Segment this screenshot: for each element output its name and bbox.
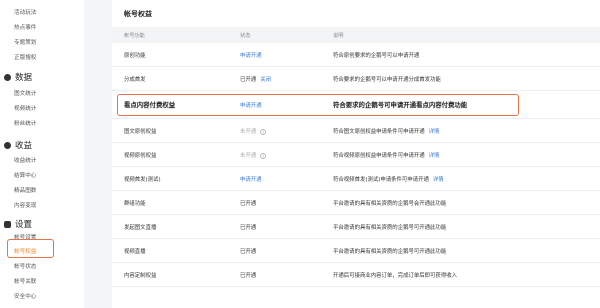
row-status-text: 已开通 — [240, 249, 257, 255]
row-description: 符合视频原创权益申请条件可申请开通 详情 — [333, 151, 439, 159]
row-description: 平台邀请的具有相关资质的企鹅号可开通此功能 — [333, 249, 447, 255]
row-feature-name: 内容定制权益 — [124, 273, 157, 279]
section-income[interactable]: 收益 — [4, 139, 32, 151]
row-description-text: 符合视频首发(测试)申请条件可申请开通 — [333, 177, 429, 183]
table-row: 图文原创权益 未开通? 符合图文原创权益申请条件可申请开通 详情 — [112, 119, 600, 143]
row-description: 符合图文原创权益申请条件可申请开通 详情 — [333, 127, 439, 135]
settings-icon — [4, 220, 11, 228]
table-row: 分成首发 已开通 关闭 符合要求的企鹅号可以申请开通分成首发功能 — [112, 67, 600, 91]
row-description: 符合要求的企鹅号可以申请开通分成首发功能 — [333, 77, 441, 83]
nav-item-security[interactable]: 安全中心 — [14, 292, 36, 300]
row-status: 未开通? — [240, 127, 267, 135]
help-icon[interactable]: ? — [260, 152, 267, 159]
nav-item-premium[interactable]: 精品图数 — [14, 186, 36, 194]
table-header: 帐号功能 状态 说明 — [112, 27, 600, 43]
row-feature-name: 群组功能 — [124, 201, 146, 207]
nav-item-monetize[interactable]: 内容变现 — [14, 201, 36, 209]
nav-item-income-stats[interactable]: 收益统计 — [14, 156, 36, 164]
table-row: 视频首发(测试) 申请开通 符合视频首发(测试)申请条件可申请开通 详情 — [112, 167, 600, 191]
section-income-title: 收益 — [15, 141, 33, 151]
main-content: 帐号权益 帐号功能 状态 说明 原创功能 申请开通 符合原创要求的企鹅号可以申请… — [112, 0, 600, 308]
page-title: 帐号权益 — [124, 10, 152, 18]
nav-item-article-stats[interactable]: 图文统计 — [14, 89, 36, 97]
section-settings[interactable]: 设置 — [4, 218, 32, 230]
row-highlight-box — [117, 94, 519, 116]
row-description: 符合原创要求的企鹅号可以申请开通 — [333, 53, 420, 59]
section-data-title: 数据 — [15, 73, 33, 83]
details-link[interactable]: 详情 — [429, 129, 440, 135]
row-status-text: 未开通 — [240, 129, 257, 135]
section-data[interactable]: 数据 — [4, 71, 32, 83]
sidebar: 活动玩法 热点事件 专题策划 正版搜权 数据 图文统计 视频统计 粉丝统计 收益… — [0, 0, 84, 308]
section-settings-title: 设置 — [15, 220, 33, 230]
apply-button[interactable]: 申请开通 — [240, 175, 262, 183]
row-description: 开通后可接商业内容订单，完成订单后即可获得收入 — [333, 273, 457, 279]
row-feature-name: 视频原创权益 — [124, 153, 157, 159]
table-row: 视频原创权益 未开通? 符合视频原创权益申请条件可申请开通 详情 — [112, 143, 600, 167]
nav-item-activity[interactable]: 活动玩法 — [14, 8, 36, 16]
row-description: 平台邀请的具有相关资质的企鹅号可开通此功能 — [333, 225, 447, 231]
row-description-text: 符合图文原创权益申请条件可申请开通 — [333, 129, 425, 135]
table-row: 视频直播 已开通 平台邀请的具有相关资质的企鹅号可开通此功能 — [112, 239, 600, 263]
col-header-feature: 帐号功能 — [124, 33, 145, 39]
table-row: 发起图文直播 已开通 平台邀请的具有相关资质的企鹅号可开通此功能 — [112, 215, 600, 239]
income-icon — [4, 141, 11, 149]
pie-chart-icon — [4, 73, 11, 81]
row-feature-name: 图文原创权益 — [124, 129, 157, 135]
nav-item-fans-stats[interactable]: 粉丝统计 — [14, 119, 36, 127]
sidebar-highlight-box — [7, 239, 54, 258]
nav-item-topics[interactable]: 专题策划 — [14, 38, 36, 46]
help-icon[interactable]: ? — [260, 128, 267, 135]
details-link[interactable]: 详情 — [433, 177, 444, 183]
row-description: 符合视频首发(测试)申请条件可申请开通 详情 — [333, 175, 444, 183]
nav-item-account-link[interactable]: 帐号关联 — [14, 277, 36, 285]
row-status-text: 已开通 — [240, 273, 257, 279]
row-status-text: 已开通 — [240, 225, 257, 231]
row-status-text: 已开通 — [240, 77, 257, 83]
nav-item-video-stats[interactable]: 视频统计 — [14, 104, 36, 112]
row-feature-name: 视频首发(测试) — [124, 177, 161, 183]
table-row: 群组功能 已开通 平台邀请的具有相关资质的企鹅号会开通此功能 — [112, 191, 600, 215]
row-status-text: 已开通 — [240, 201, 257, 207]
nav-item-hot-events[interactable]: 热点事件 — [14, 23, 36, 31]
row-description: 平台邀请的具有相关资质的企鹅号会开通此功能 — [333, 201, 447, 207]
close-link[interactable]: 关闭 — [260, 77, 271, 83]
nav-item-account-status[interactable]: 帐号状态 — [14, 262, 36, 270]
row-feature-name: 发起图文直播 — [124, 225, 157, 231]
nav-item-copyright[interactable]: 正版搜权 — [14, 53, 36, 61]
row-status: 未开通? — [240, 151, 267, 159]
row-status: 已开通 关闭 — [240, 75, 271, 83]
row-status-text: 未开通 — [240, 153, 257, 159]
col-header-status: 状态 — [240, 33, 251, 39]
apply-button[interactable]: 申请开通 — [240, 51, 262, 59]
page-gutter — [84, 0, 112, 308]
nav-item-settlement[interactable]: 结算中心 — [14, 171, 36, 179]
col-header-description: 说明 — [333, 33, 344, 39]
row-feature-name: 分成首发 — [124, 77, 146, 83]
details-link[interactable]: 详情 — [429, 153, 440, 159]
table-row: 内容定制权益 已开通 开通后可接商业内容订单，完成订单后即可获得收入 — [112, 263, 600, 287]
row-feature-name: 原创功能 — [124, 53, 146, 59]
row-feature-name: 视频直播 — [124, 249, 146, 255]
table-row: 原创功能 申请开通 符合原创要求的企鹅号可以申请开通 — [112, 43, 600, 67]
row-description-text: 符合视频原创权益申请条件可申请开通 — [333, 153, 425, 159]
